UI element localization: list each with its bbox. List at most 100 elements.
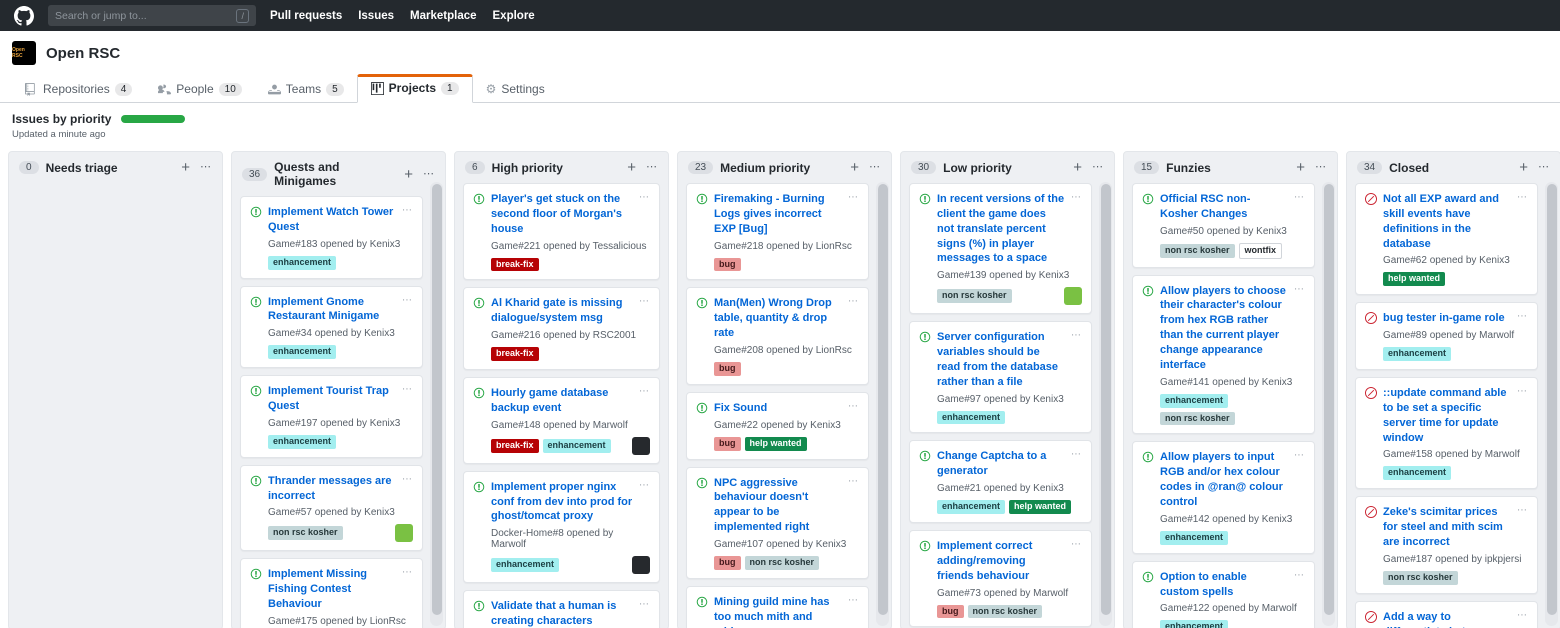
issue-card[interactable]: bug tester in-game role⋯Game#89 opened b… [1355,302,1538,370]
card-menu-button[interactable]: ⋯ [1294,571,1305,581]
card-menu-button[interactable]: ⋯ [1071,193,1082,203]
issue-card[interactable]: Implement Gnome Restaurant Minigame⋯Game… [240,286,423,369]
card-menu-button[interactable]: ⋯ [848,193,859,203]
issue-label[interactable]: enhancement [268,435,336,449]
issue-card[interactable]: Implement Tourist Trap Quest⋯Game#197 op… [240,375,423,458]
column-scrollbar-thumb[interactable] [1324,184,1334,615]
issue-label[interactable]: enhancement [937,411,1005,425]
issue-label[interactable]: enhancement [1160,531,1228,545]
add-card-button[interactable]: + [850,160,859,175]
tab-projects[interactable]: Projects 1 [357,74,473,103]
issue-title[interactable]: NPC aggressive behaviour doesn't appear … [714,476,842,535]
column-scrollbar-thumb[interactable] [432,184,442,615]
issue-title[interactable]: Al Kharid gate is missing dialogue/syste… [491,296,633,326]
issue-title[interactable]: Option to enable custom spells [1160,570,1288,600]
card-menu-button[interactable]: ⋯ [1071,540,1082,550]
nav-marketplace[interactable]: Marketplace [410,10,476,22]
issue-title[interactable]: Player's get stuck on the second floor o… [491,192,633,237]
issue-card[interactable]: Option to enable custom spells⋯Game#122 … [1132,561,1315,628]
card-menu-button[interactable]: ⋯ [402,568,413,578]
add-card-button[interactable]: + [181,160,190,175]
assignee-avatar[interactable] [632,556,650,574]
issue-title[interactable]: Fix Sound [714,401,842,416]
add-card-button[interactable]: + [1073,160,1082,175]
issue-label[interactable]: enhancement [268,256,336,270]
issue-card[interactable]: Zeke's scimitar prices for steel and mit… [1355,496,1538,593]
card-menu-button[interactable]: ⋯ [639,600,650,610]
issue-card[interactable]: Implement proper nginx conf from dev int… [463,471,660,584]
card-menu-button[interactable]: ⋯ [1517,193,1528,203]
issue-label[interactable]: help wanted [1009,500,1071,514]
column-menu-button[interactable]: ⋯ [1315,162,1327,173]
search-input[interactable] [55,10,205,22]
issue-title[interactable]: Change Captcha to a generator [937,449,1065,479]
tab-people[interactable]: People 10 [145,76,255,103]
issue-card[interactable]: Player's get stuck on the second floor o… [463,183,660,280]
card-menu-button[interactable]: ⋯ [1517,312,1528,322]
issue-label[interactable]: bug [714,556,741,570]
column-scrollbar-thumb[interactable] [878,184,888,615]
issue-label[interactable]: wontfix [1239,243,1283,259]
issue-label[interactable]: enhancement [937,500,1005,514]
assignee-avatar[interactable] [1064,287,1082,305]
org-avatar[interactable]: Open RSC [12,41,36,65]
issue-title[interactable]: Implement Tourist Trap Quest [268,384,396,414]
issue-card[interactable]: Server configuration variables should be… [909,321,1092,433]
issue-card[interactable]: Thrander messages are incorrect⋯Game#57 … [240,465,423,552]
issue-card[interactable]: Not all EXP award and skill events have … [1355,183,1538,295]
card-menu-button[interactable]: ⋯ [848,596,859,606]
add-card-button[interactable]: + [404,167,413,182]
issue-card[interactable]: Change Captcha to a generator⋯Game#21 op… [909,440,1092,523]
add-card-button[interactable]: + [1519,160,1528,175]
issue-card[interactable]: Allow players to input RGB and/or hex co… [1132,441,1315,553]
issue-label[interactable]: non rsc kosher [968,605,1043,619]
column-scrollbar-thumb[interactable] [1101,184,1111,615]
issue-title[interactable]: Allow players to input RGB and/or hex co… [1160,450,1288,509]
issue-title[interactable]: Mining guild mine has too much mith and … [714,595,842,628]
issue-card[interactable]: Hourly game database backup event⋯Game#1… [463,377,660,464]
issue-card[interactable]: Official RSC non-Kosher Changes⋯Game#50 … [1132,183,1315,268]
card-menu-button[interactable]: ⋯ [639,297,650,307]
global-search[interactable]: / [48,5,256,26]
github-logo-icon[interactable] [14,6,34,26]
issue-title[interactable]: Validate that a human is creating charac… [491,599,633,628]
nav-pull-requests[interactable]: Pull requests [270,10,342,22]
issue-title[interactable]: Add a way to differentiate between dev a… [1383,610,1511,628]
card-menu-button[interactable]: ⋯ [402,206,413,216]
column-menu-button[interactable]: ⋯ [1538,162,1550,173]
issue-label[interactable]: bug [714,437,741,451]
card-menu-button[interactable]: ⋯ [1071,450,1082,460]
issue-label[interactable]: non rsc kosher [1383,571,1458,585]
issue-label[interactable]: non rsc kosher [1160,412,1235,426]
issue-title[interactable]: Implement Gnome Restaurant Minigame [268,295,396,325]
nav-explore[interactable]: Explore [493,10,535,22]
issue-title[interactable]: Firemaking - Burning Logs gives incorrec… [714,192,842,237]
card-menu-button[interactable]: ⋯ [639,387,650,397]
card-menu-button[interactable]: ⋯ [1517,506,1528,516]
add-card-button[interactable]: + [627,160,636,175]
issue-label[interactable]: break-fix [491,439,539,453]
card-menu-button[interactable]: ⋯ [1294,285,1305,295]
issue-title[interactable]: Not all EXP award and skill events have … [1383,192,1511,251]
column-menu-button[interactable]: ⋯ [200,162,212,173]
card-menu-button[interactable]: ⋯ [1517,387,1528,397]
issue-label[interactable]: break-fix [491,258,539,272]
card-menu-button[interactable]: ⋯ [1294,451,1305,461]
card-menu-button[interactable]: ⋯ [848,477,859,487]
issue-title[interactable]: Allow players to choose their character'… [1160,284,1288,373]
tab-repositories[interactable]: Repositories 4 [12,76,145,103]
card-menu-button[interactable]: ⋯ [639,481,650,491]
issue-label[interactable]: enhancement [1160,620,1228,628]
tab-settings[interactable]: ⚙ Settings [473,76,558,103]
nav-issues[interactable]: Issues [358,10,394,22]
project-title[interactable]: Issues by priority [12,112,111,126]
column-menu-button[interactable]: ⋯ [869,162,881,173]
card-menu-button[interactable]: ⋯ [848,297,859,307]
card-menu-button[interactable]: ⋯ [402,385,413,395]
issue-label[interactable]: help wanted [745,437,807,451]
issue-label[interactable]: non rsc kosher [745,556,820,570]
issue-card[interactable]: Man(Men) Wrong Drop table, quantity & dr… [686,287,869,384]
issue-label[interactable]: enhancement [543,439,611,453]
issue-card[interactable]: Allow players to choose their character'… [1132,275,1315,435]
assignee-avatar[interactable] [395,524,413,542]
